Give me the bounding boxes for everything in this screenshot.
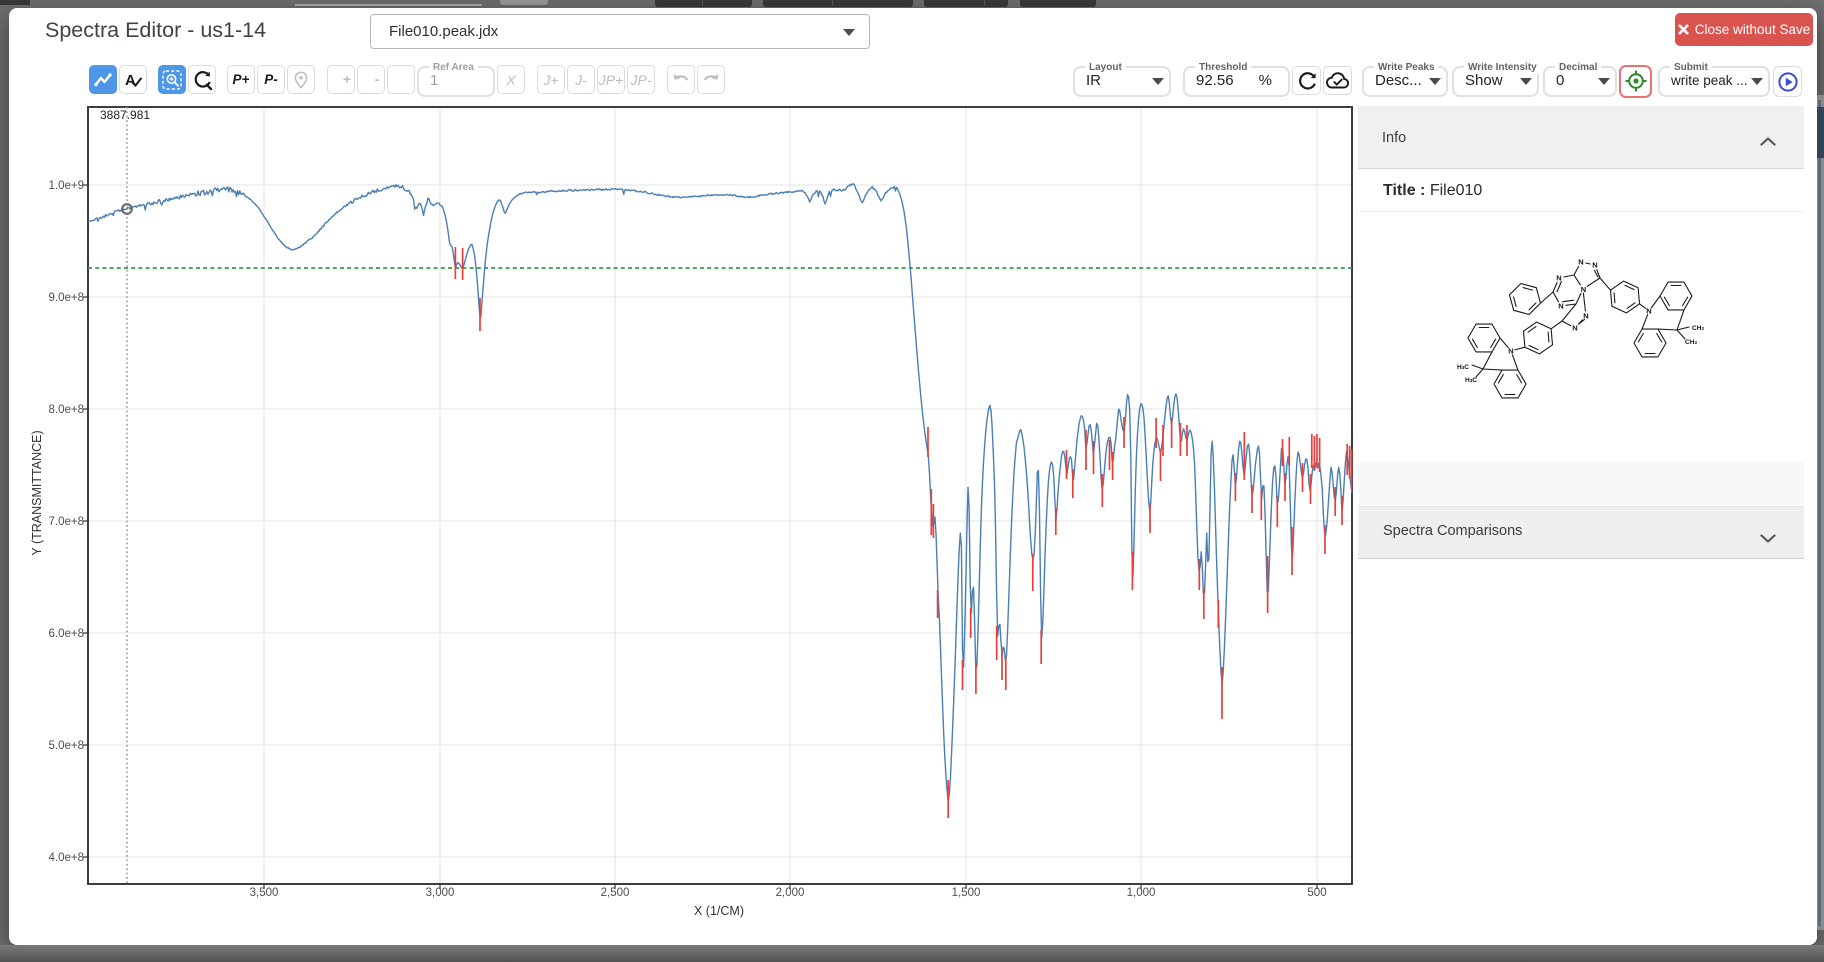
svg-text:3,500: 3,500 xyxy=(250,887,279,899)
svg-text:9.0e+8: 9.0e+8 xyxy=(49,292,85,304)
svg-text:N: N xyxy=(1558,302,1563,311)
svg-text:8.0e+8: 8.0e+8 xyxy=(49,404,85,416)
svg-text:1.0e+9: 1.0e+9 xyxy=(49,180,85,192)
svg-text:2,500: 2,500 xyxy=(601,887,630,899)
svg-text:N: N xyxy=(1583,312,1588,321)
svg-text:5.0e+8: 5.0e+8 xyxy=(49,740,85,752)
svg-text:4.0e+8: 4.0e+8 xyxy=(49,852,85,864)
svg-text:N: N xyxy=(1508,347,1513,356)
svg-text:N: N xyxy=(1581,285,1586,294)
svg-text:6.0e+8: 6.0e+8 xyxy=(49,628,85,640)
svg-text:3887.981: 3887.981 xyxy=(100,108,150,122)
svg-text:H3C: H3C xyxy=(1465,377,1477,384)
svg-text:N: N xyxy=(1592,261,1597,270)
svg-text:3,000: 3,000 xyxy=(426,887,455,899)
svg-text:N: N xyxy=(1556,274,1561,283)
svg-text:H3C: H3C xyxy=(1457,364,1469,371)
svg-text:1,500: 1,500 xyxy=(952,887,981,899)
svg-text:N: N xyxy=(1578,258,1583,267)
svg-text:7.0e+8: 7.0e+8 xyxy=(49,516,85,528)
svg-text:N: N xyxy=(1646,307,1651,316)
svg-text:N: N xyxy=(1572,324,1577,333)
svg-text:CH3: CH3 xyxy=(1685,339,1697,346)
svg-text:2,000: 2,000 xyxy=(776,887,805,899)
svg-text:Y (TRANSMITTANCE): Y (TRANSMITTANCE) xyxy=(30,430,44,555)
svg-text:X (1/CM): X (1/CM) xyxy=(694,904,744,918)
svg-text:1,000: 1,000 xyxy=(1127,887,1156,899)
svg-text:500: 500 xyxy=(1307,887,1326,899)
svg-text:CH3: CH3 xyxy=(1692,325,1704,332)
